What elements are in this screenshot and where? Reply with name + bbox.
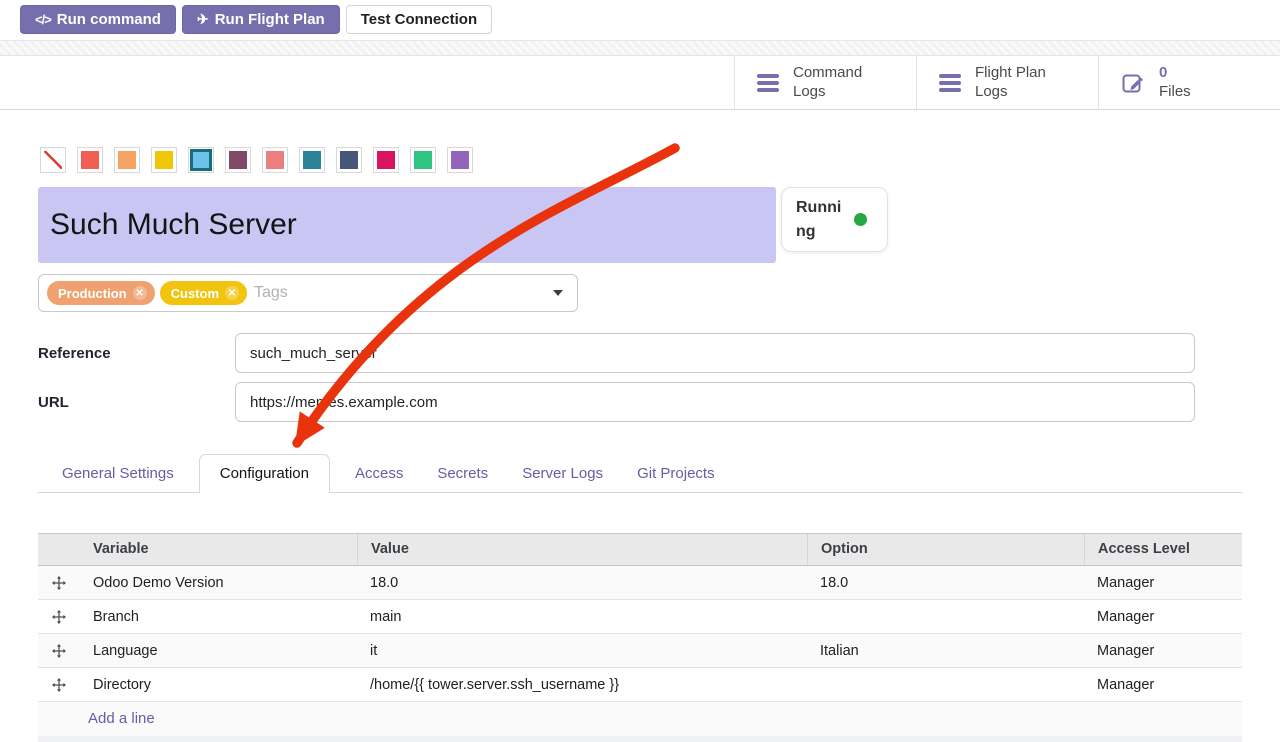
table-body: Odoo Demo Version18.018.0ManagerBranchma… — [38, 566, 1242, 702]
run-flight-plan-button[interactable]: ✈ Run Flight Plan — [182, 5, 340, 34]
add-a-line-link[interactable]: Add a line — [88, 710, 155, 727]
table-footer-strip — [38, 736, 1242, 742]
tab-access[interactable]: Access — [346, 455, 412, 492]
drag-handle-icon — [52, 644, 66, 658]
cell-access-level[interactable]: Manager — [1084, 575, 1242, 591]
tag-label: Production — [58, 286, 127, 301]
swatch-yellow[interactable] — [151, 147, 177, 173]
column-header-variable[interactable]: Variable — [80, 534, 357, 565]
list-icon — [939, 74, 961, 92]
cell-value[interactable]: main — [357, 609, 807, 625]
swatch-teal[interactable] — [299, 147, 325, 173]
files-label: 0 Files — [1159, 64, 1191, 102]
column-header-access-level[interactable]: Access Level — [1084, 534, 1242, 565]
cell-option[interactable]: Italian — [807, 643, 1084, 659]
status-label: Running — [796, 196, 848, 242]
background-strip — [0, 40, 1280, 56]
table-row[interactable]: LanguageitItalianManager — [38, 634, 1242, 668]
drag-handle-icon — [52, 610, 66, 624]
tags-field[interactable]: Production ✕ Custom ✕ Tags — [38, 274, 578, 312]
tab-configuration[interactable]: Configuration — [199, 454, 330, 493]
flight-plan-logs-label: Flight Plan Logs — [975, 64, 1046, 102]
cell-value[interactable]: it — [357, 643, 807, 659]
drag-handle-icon — [52, 678, 66, 692]
cell-option[interactable]: 18.0 — [807, 575, 1084, 591]
code-icon: </> — [35, 12, 51, 27]
table-row[interactable]: Branchmain Manager — [38, 600, 1242, 634]
tags-placeholder: Tags — [254, 284, 288, 302]
test-connection-button[interactable]: Test Connection — [346, 5, 492, 34]
run-command-label: Run command — [57, 11, 161, 28]
tag-remove-icon[interactable]: ✕ — [225, 286, 239, 300]
notebook-tabs: General Settings Configuration Access Secre… — [38, 454, 1242, 493]
tag-label: Custom — [171, 286, 219, 301]
run-flight-plan-label: Run Flight Plan — [215, 11, 325, 28]
cell-variable[interactable]: Directory — [80, 677, 357, 693]
swatch-fuchsia[interactable] — [373, 147, 399, 173]
tab-secrets[interactable]: Secrets — [428, 455, 497, 492]
swatch-orange[interactable] — [114, 147, 140, 173]
swatch-purple[interactable] — [447, 147, 473, 173]
cell-value[interactable]: 18.0 — [357, 575, 807, 591]
row-drag-handle[interactable] — [38, 576, 80, 590]
command-logs-button[interactable]: Command Logs — [734, 56, 916, 109]
cell-access-level[interactable]: Manager — [1084, 677, 1242, 693]
tag-pill-custom[interactable]: Custom ✕ — [160, 281, 247, 305]
files-button[interactable]: 0 Files — [1098, 56, 1280, 109]
column-header-option[interactable]: Option — [807, 534, 1084, 565]
chevron-down-icon[interactable] — [553, 290, 563, 296]
run-command-button[interactable]: </> Run command — [20, 5, 176, 34]
swatch-no-color[interactable] — [40, 147, 66, 173]
swatch-salmon[interactable] — [262, 147, 288, 173]
cell-variable[interactable]: Odoo Demo Version — [80, 575, 357, 591]
cell-variable[interactable]: Branch — [80, 609, 357, 625]
handle-column-header — [38, 534, 80, 565]
reference-label: Reference — [38, 345, 235, 362]
edit-icon — [1121, 71, 1145, 95]
top-toolbar: </> Run command ✈ Run Flight Plan Test C… — [0, 0, 1280, 40]
swatch-dark-blue[interactable] — [336, 147, 362, 173]
form-sheet: Such Much Server Running Production✕Cust… — [0, 147, 1280, 742]
test-connection-label: Test Connection — [361, 11, 477, 28]
list-icon — [757, 74, 779, 92]
cell-access-level[interactable]: Manager — [1084, 609, 1242, 625]
tab-general-settings[interactable]: General Settings — [53, 455, 183, 492]
status-running-dot — [854, 213, 867, 226]
row-drag-handle[interactable] — [38, 644, 80, 658]
tab-server-logs[interactable]: Server Logs — [513, 455, 612, 492]
swatch-red[interactable] — [77, 147, 103, 173]
row-drag-handle[interactable] — [38, 610, 80, 624]
tab-git-projects[interactable]: Git Projects — [628, 455, 724, 492]
configuration-table: Variable Value Option Access Level Odoo … — [38, 533, 1242, 742]
swatch-dark-purple[interactable] — [225, 147, 251, 173]
table-row[interactable]: Odoo Demo Version18.018.0Manager — [38, 566, 1242, 600]
server-title-field[interactable]: Such Much Server — [38, 187, 776, 263]
cell-value[interactable]: /home/{{ tower.server.ssh_username }} — [357, 677, 807, 693]
reference-input[interactable] — [235, 333, 1195, 373]
status-card[interactable]: Running — [781, 187, 888, 252]
url-label: URL — [38, 394, 235, 411]
table-row[interactable]: Directory/home/{{ tower.server.ssh_usern… — [38, 668, 1242, 702]
row-drag-handle[interactable] — [38, 678, 80, 692]
add-line-row: Add a line — [38, 702, 1242, 736]
tag-remove-icon[interactable]: ✕ — [133, 286, 147, 300]
swatch-light-blue[interactable] — [188, 147, 214, 173]
drag-handle-icon — [52, 576, 66, 590]
plane-icon: ✈ — [197, 11, 209, 28]
url-input[interactable] — [235, 382, 1195, 422]
cell-access-level[interactable]: Manager — [1084, 643, 1242, 659]
table-header: Variable Value Option Access Level — [38, 533, 1242, 566]
flight-plan-logs-button[interactable]: Flight Plan Logs — [916, 56, 1098, 109]
color-swatch-picker — [38, 147, 1242, 173]
command-logs-label: Command Logs — [793, 64, 862, 102]
swatch-green[interactable] — [410, 147, 436, 173]
cell-variable[interactable]: Language — [80, 643, 357, 659]
control-panel: Command Logs Flight Plan Logs 0 Files — [0, 56, 1280, 110]
column-header-value[interactable]: Value — [357, 534, 807, 565]
tag-pill-production[interactable]: Production ✕ — [47, 281, 155, 305]
